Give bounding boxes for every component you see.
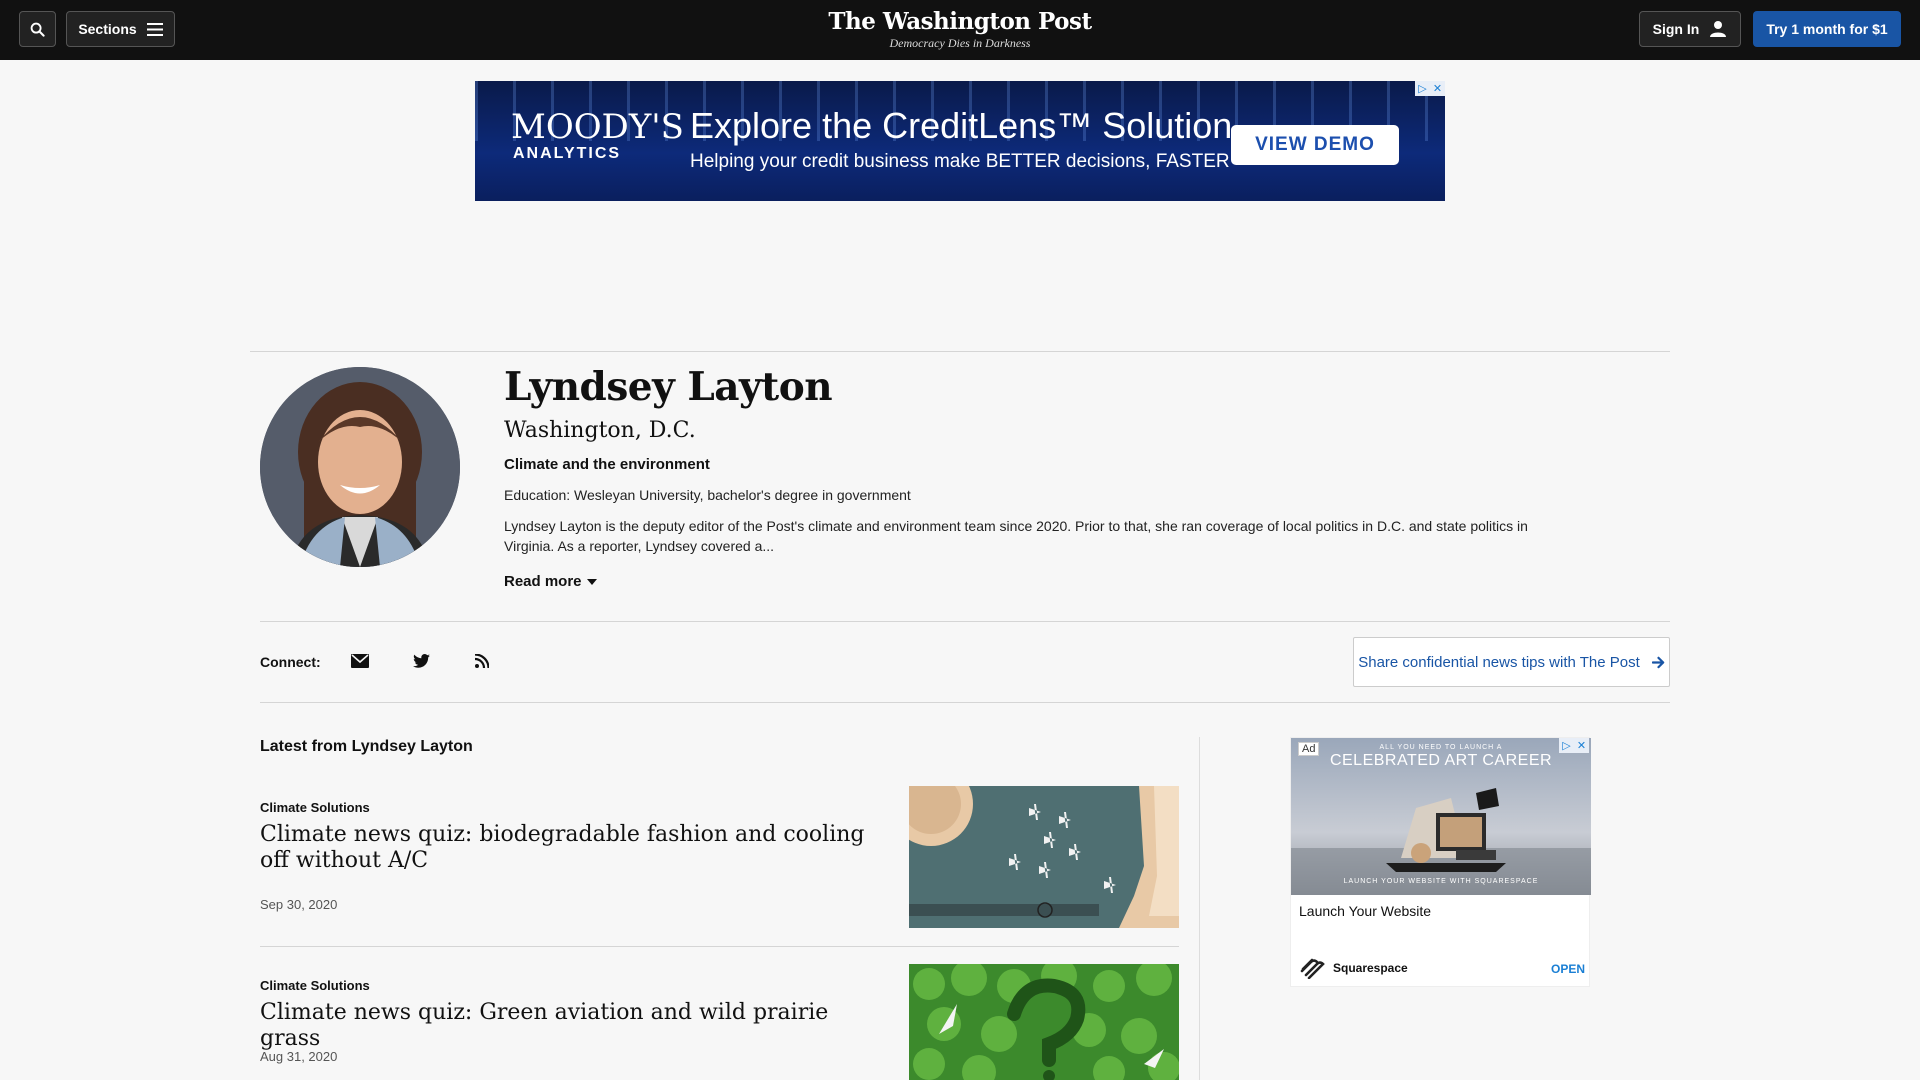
author-name: Lyndsey Layton (504, 364, 833, 410)
article-date: Aug 31, 2020 (260, 1049, 338, 1064)
hamburger-icon (146, 22, 163, 36)
divider (260, 946, 1179, 947)
airport-illustration (909, 786, 1179, 928)
article-headline[interactable]: Climate news quiz: Green aviation and wi… (260, 1000, 880, 1052)
sections-menu-button[interactable]: Sections (66, 11, 175, 47)
search-button[interactable] (19, 11, 56, 47)
ad-choices[interactable]: ▷ ✕ (1415, 81, 1445, 96)
ad-headline: Explore the CreditLens™ Solution (690, 105, 1233, 146)
ad-choices[interactable]: ▷ ✕ (1559, 738, 1589, 753)
rss-icon (475, 654, 489, 668)
sign-in-label: Sign In (1652, 21, 1700, 37)
sidebar-ad-caption[interactable]: Launch Your Website (1299, 903, 1431, 919)
washington-post-logo[interactable]: The Washington Post Democracy Dies in Da… (810, 8, 1110, 51)
top-nav-bar: Sections The Washington Post Democracy D… (0, 0, 1920, 60)
divider (260, 621, 1670, 622)
arrow-right-icon (1651, 656, 1665, 668)
ad-brand-sub: ANALYTICS (513, 145, 622, 162)
ad-subline: Helping your credit business make BETTER… (690, 151, 1230, 172)
article-headline[interactable]: Climate news quiz: biodegradable fashion… (260, 822, 880, 874)
share-news-tips-button[interactable]: Share confidential news tips with The Po… (1353, 637, 1670, 687)
author-bio: Lyndsey Layton is the deputy editor of t… (504, 518, 1528, 554)
article-kicker[interactable]: Climate Solutions (260, 800, 370, 815)
read-more-button[interactable]: Read more (504, 573, 597, 590)
sections-label: Sections (78, 21, 137, 37)
author-location: Washington, D.C. (504, 418, 696, 443)
user-icon (1710, 21, 1727, 37)
adchoices-icon[interactable]: ▷ (1415, 81, 1430, 96)
divider (250, 351, 1670, 352)
sidebar-ad-brand[interactable]: Squarespace (1299, 957, 1408, 979)
ad-close-icon[interactable]: ✕ (1430, 81, 1445, 96)
logo-tagline: Democracy Dies in Darkness (889, 36, 1031, 50)
connect-label: Connect: (260, 654, 321, 670)
sidebar-ad-open-button[interactable]: OPEN (1551, 962, 1585, 976)
read-more-label: Read more (504, 573, 582, 590)
author-portrait-illustration (260, 367, 460, 567)
author-beat: Climate and the environment (504, 456, 710, 473)
ad-label: Ad (1298, 742, 1320, 756)
author-avatar (260, 367, 460, 567)
ad-close-icon[interactable]: ✕ (1574, 738, 1589, 753)
article-thumbnail[interactable] (909, 964, 1179, 1080)
sidebar-ad-image[interactable]: ALL YOU NEED TO LAUNCH A CELEBRATED ART … (1291, 738, 1591, 895)
article-kicker[interactable]: Climate Solutions (260, 978, 370, 993)
caret-down-icon (586, 578, 597, 585)
divider (260, 702, 1670, 703)
latest-heading: Latest from Lyndsey Layton (260, 738, 473, 755)
column-divider (1199, 737, 1200, 1080)
article-thumbnail[interactable] (909, 786, 1179, 928)
email-icon (351, 654, 369, 668)
author-education: Education: Wesleyan University, bachelor… (504, 487, 911, 503)
top-ad-banner[interactable]: MOODY'S ANALYTICS Explore the CreditLens… (475, 81, 1445, 201)
rss-link[interactable] (471, 651, 493, 671)
squarespace-logo-icon (1300, 958, 1325, 979)
sign-in-button[interactable]: Sign In (1639, 11, 1741, 47)
article-date: Sep 30, 2020 (260, 897, 338, 912)
sidebar-ad-bottom-text: LAUNCH YOUR WEBSITE WITH SQUARESPACE (1343, 878, 1539, 885)
forest-question-illustration (909, 964, 1179, 1080)
ad-view-demo-button[interactable]: VIEW DEMO (1231, 125, 1399, 165)
twitter-icon (412, 654, 430, 668)
adchoices-icon[interactable]: ▷ (1559, 738, 1574, 753)
email-link[interactable] (349, 651, 371, 671)
logo-title: The Washington Post (828, 8, 1092, 35)
ad-brand: MOODY'S (511, 107, 684, 147)
art-studio-illustration (1291, 788, 1591, 895)
sidebar-ad[interactable]: ALL YOU NEED TO LAUNCH A CELEBRATED ART … (1290, 737, 1591, 987)
search-icon (30, 22, 45, 37)
sidebar-ad-brand-name: Squarespace (1333, 961, 1408, 975)
tips-label: Share confidential news tips with The Po… (1358, 653, 1640, 671)
twitter-link[interactable] (410, 651, 432, 671)
subscribe-button[interactable]: Try 1 month for $1 (1753, 11, 1901, 47)
